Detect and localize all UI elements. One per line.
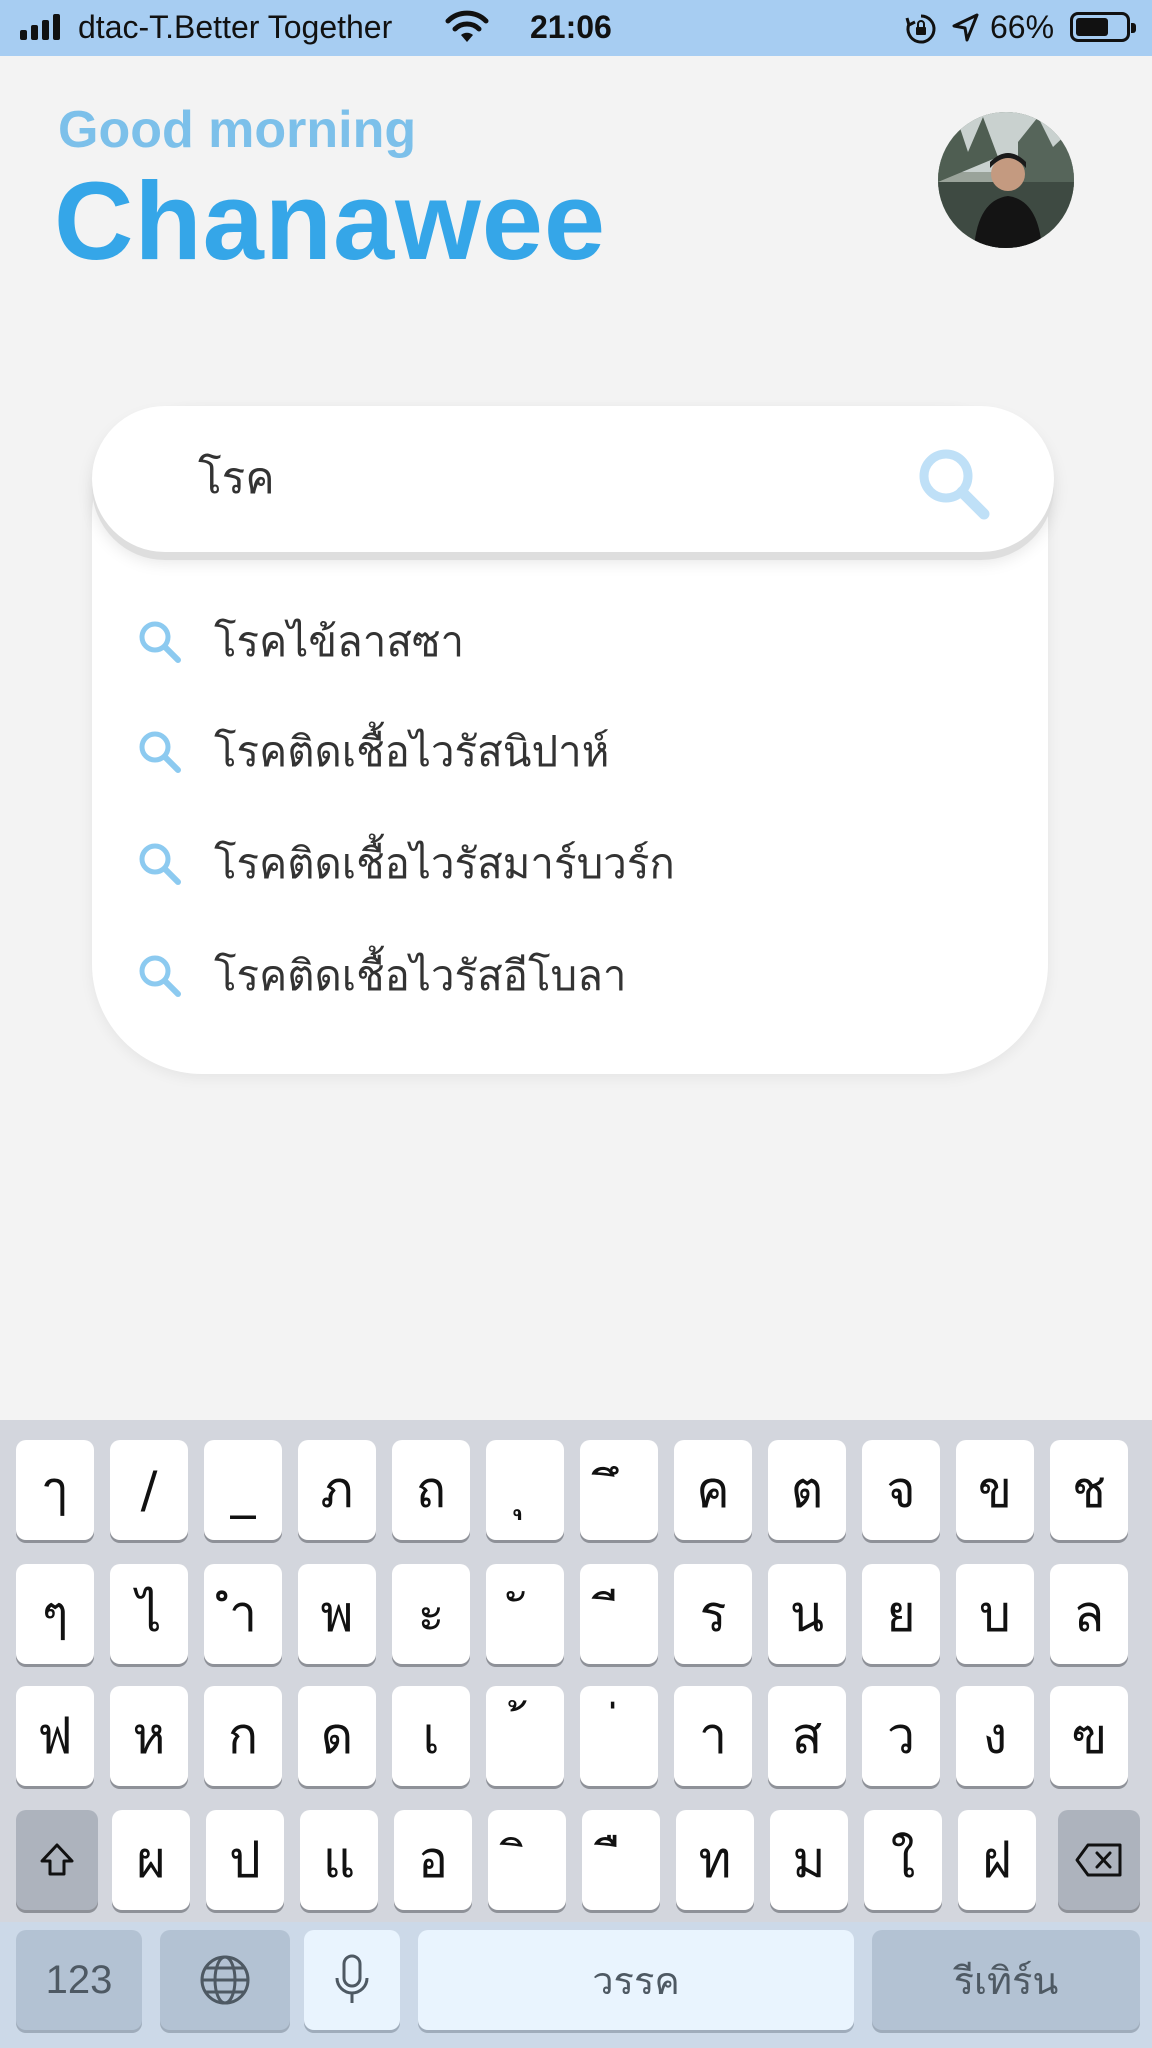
wifi-icon bbox=[444, 10, 490, 52]
shift-arrow-icon bbox=[40, 1843, 74, 1876]
key-char[interactable]: ้ bbox=[486, 1686, 564, 1786]
key-char[interactable]: ำ bbox=[204, 1564, 282, 1664]
search-icon[interactable] bbox=[914, 444, 994, 524]
key-char[interactable]: ึ bbox=[580, 1440, 658, 1540]
key-char[interactable]: ฃ bbox=[1050, 1686, 1128, 1786]
suggestion-text: โรคติดเชื้อไวรัสมาร์บวร์ก bbox=[214, 839, 675, 888]
key-char[interactable]: ะ bbox=[392, 1564, 470, 1664]
key-char[interactable]: ท bbox=[676, 1810, 754, 1910]
key-char[interactable]: ฝ bbox=[958, 1810, 1036, 1910]
location-arrow-icon bbox=[950, 12, 980, 52]
key-char[interactable]: น bbox=[768, 1564, 846, 1664]
key-char[interactable]: ย bbox=[862, 1564, 940, 1664]
key-char[interactable]: พ bbox=[298, 1564, 376, 1664]
key-char[interactable]: / bbox=[110, 1440, 188, 1540]
key-char[interactable]: ิ bbox=[488, 1810, 566, 1910]
key-char[interactable]: ่ bbox=[580, 1686, 658, 1786]
clock: 21:06 bbox=[530, 9, 612, 45]
keyboard-bottom-tint bbox=[0, 1922, 1152, 2048]
search-icon bbox=[139, 955, 181, 997]
key-char[interactable]: ง bbox=[956, 1686, 1034, 1786]
search-icon bbox=[139, 843, 181, 885]
key-char[interactable]: ข bbox=[956, 1440, 1034, 1540]
key-char[interactable]: ช bbox=[1050, 1440, 1128, 1540]
battery-fill bbox=[1076, 18, 1108, 36]
key-char[interactable]: ป bbox=[206, 1810, 284, 1910]
shift-key[interactable] bbox=[16, 1810, 98, 1910]
search-icon bbox=[139, 621, 181, 663]
delete-key[interactable] bbox=[1058, 1810, 1140, 1910]
suggestion-item[interactable]: โรคติดเชื้อไวรัสอีโบลา bbox=[136, 936, 996, 1016]
key-char[interactable]: แ bbox=[300, 1810, 378, 1910]
key-char[interactable]: ค bbox=[674, 1440, 752, 1540]
suggestion-item[interactable]: โรคติดเชื้อไวรัสนิปาห์ bbox=[136, 712, 996, 792]
user-name: Chanawee bbox=[54, 160, 607, 283]
avatar[interactable] bbox=[938, 112, 1074, 248]
key-char[interactable]: า bbox=[674, 1686, 752, 1786]
key-char[interactable]: ว bbox=[862, 1686, 940, 1786]
key-char[interactable]: ี bbox=[580, 1564, 658, 1664]
suggestion-text: โรคติดเชื้อไวรัสอีโบลา bbox=[214, 951, 627, 1000]
key-char[interactable]: ฟ bbox=[16, 1686, 94, 1786]
backspace-icon bbox=[1075, 1843, 1122, 1877]
key-char[interactable]: ด bbox=[298, 1686, 376, 1786]
key-char[interactable]: ุ bbox=[486, 1440, 564, 1540]
suggestion-text: โรคติดเชื้อไวรัสนิปาห์ bbox=[214, 727, 610, 776]
key-char[interactable]: ส bbox=[768, 1686, 846, 1786]
key-char[interactable]: อ bbox=[394, 1810, 472, 1910]
key-char[interactable]: ถ bbox=[392, 1440, 470, 1540]
key-char[interactable]: ใ bbox=[864, 1810, 942, 1910]
key-char[interactable]: ร bbox=[674, 1564, 752, 1664]
key-char[interactable]: เ bbox=[392, 1686, 470, 1786]
key-char[interactable]: ภ bbox=[298, 1440, 376, 1540]
key-char[interactable]: ห bbox=[110, 1686, 188, 1786]
carrier-name: dtac-T.Better Together bbox=[78, 9, 393, 45]
suggestion-text: โรคไข้ลาสซา bbox=[214, 617, 465, 666]
key-char[interactable]: ล bbox=[1050, 1564, 1128, 1664]
key-char[interactable]: ๆ bbox=[16, 1564, 94, 1664]
key-char[interactable]: ผ bbox=[112, 1810, 190, 1910]
key-char[interactable]: จ bbox=[862, 1440, 940, 1540]
orientation-lock-icon bbox=[904, 12, 938, 54]
status-bar: dtac-T.Better Together 21:06 66% bbox=[0, 0, 1152, 56]
suggestion-item[interactable]: โรคไข้ลาสซา bbox=[136, 602, 996, 682]
suggestion-item[interactable]: โรคติดเชื้อไวรัสมาร์บวร์ก bbox=[136, 824, 996, 904]
battery-percent: 66% bbox=[990, 9, 1055, 45]
search-icon bbox=[139, 731, 181, 773]
key-char[interactable]: ก bbox=[204, 1686, 282, 1786]
key-char[interactable]: ไ bbox=[110, 1564, 188, 1664]
key-char[interactable]: ๅ bbox=[16, 1440, 94, 1540]
signal-icon bbox=[20, 14, 60, 40]
search-bar[interactable] bbox=[92, 406, 1054, 552]
key-char[interactable]: ต bbox=[768, 1440, 846, 1540]
battery-icon bbox=[1070, 12, 1136, 42]
key-char[interactable]: ม bbox=[770, 1810, 848, 1910]
search-input[interactable] bbox=[198, 452, 878, 503]
key-char[interactable]: ั bbox=[486, 1564, 564, 1664]
greeting-text: Good morning bbox=[58, 101, 417, 159]
key-char[interactable]: บ bbox=[956, 1564, 1034, 1664]
key-char[interactable]: ื bbox=[582, 1810, 660, 1910]
key-char[interactable]: _ bbox=[204, 1440, 282, 1540]
